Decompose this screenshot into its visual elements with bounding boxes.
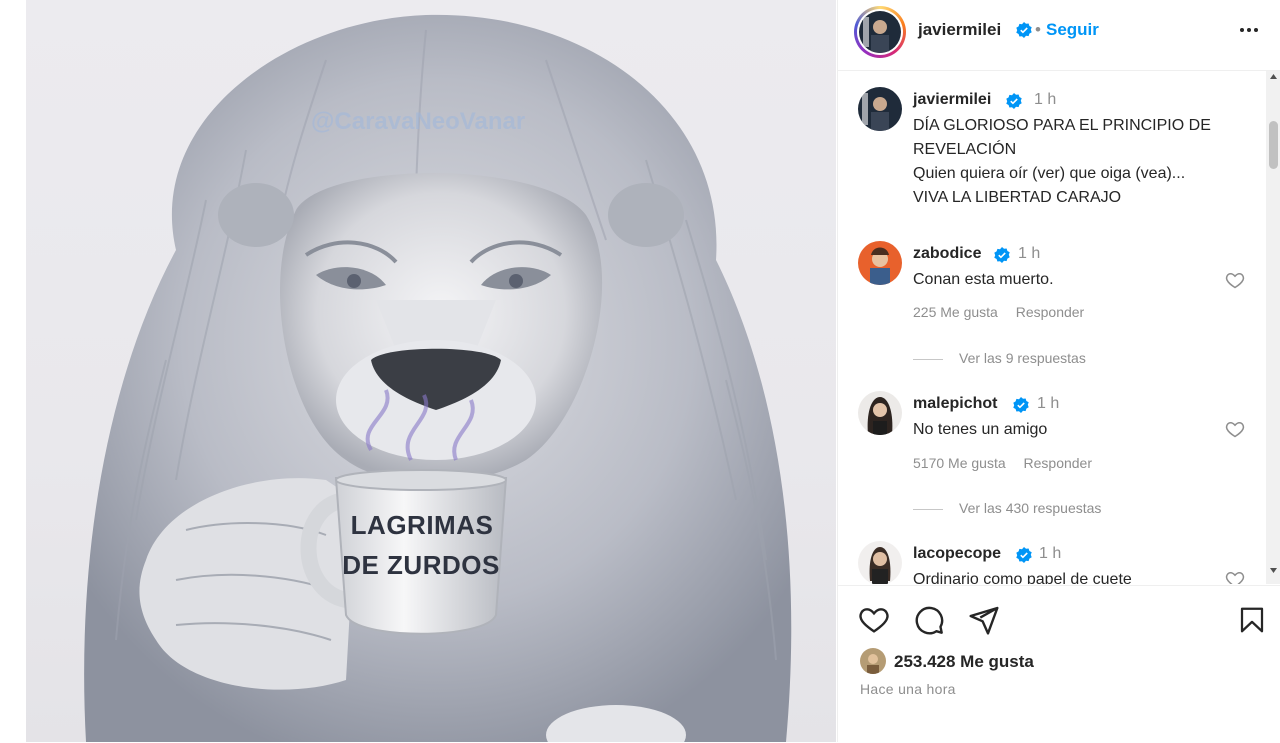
separator-dot: • [1035, 20, 1041, 39]
watermark-text: @CaravaNeoVanar [311, 108, 526, 135]
comment-username[interactable]: malepichot [913, 395, 997, 413]
comment-meta: 225 Me gusta Responder [913, 304, 1098, 320]
view-replies[interactable]: Ver las 9 respuestas [913, 350, 1086, 366]
reply-button[interactable]: Responder [1024, 455, 1093, 471]
caption-line3: Quien quiera oír (ver) que oiga (vea)... [913, 165, 1186, 182]
view-replies-label[interactable]: Ver las 430 respuestas [959, 500, 1101, 516]
bookmark-save-icon[interactable] [1237, 604, 1267, 641]
reply-button[interactable]: Responder [1016, 304, 1085, 320]
comment-like-icon[interactable] [1225, 270, 1245, 295]
post-time[interactable]: Hace una hora [860, 681, 956, 697]
likes-count[interactable]: 253.428 Me gusta [894, 652, 1034, 672]
verified-badge-icon [1006, 93, 1022, 114]
comment-username[interactable]: zabodice [913, 245, 981, 263]
view-replies[interactable]: Ver las 430 respuestas [913, 500, 1101, 516]
comment-likes[interactable]: 225 Me gusta [913, 304, 998, 320]
scroll-up-icon[interactable] [1269, 73, 1278, 80]
post-details-panel: javiermilei • Seguir javiermilei 1 h DÍA… [837, 0, 1280, 742]
comment-meta: 5170 Me gusta Responder [913, 455, 1106, 471]
caption-line4: VIVA LA LIBERTAD CARAJO [913, 189, 1122, 206]
comment-text: Ordinario como papel de cuete [913, 571, 1132, 584]
scrollbar-thumb[interactable] [1269, 121, 1278, 169]
scroll-down-icon[interactable] [1269, 567, 1278, 574]
verified-badge-icon [1013, 397, 1029, 418]
verified-badge-icon [994, 247, 1010, 268]
verified-badge-icon [1016, 547, 1032, 568]
like-heart-icon[interactable] [858, 604, 890, 641]
post-actions: 253.428 Me gusta Hace una hora [838, 585, 1280, 743]
comment-likes[interactable]: 5170 Me gusta [913, 455, 1006, 471]
caption-avatar[interactable] [858, 87, 902, 131]
story-ring[interactable] [854, 6, 906, 58]
replies-line [913, 358, 943, 360]
more-options-icon[interactable] [1237, 18, 1261, 48]
profile-avatar[interactable] [859, 11, 901, 53]
post-image[interactable]: @CaravaNeoVanar LAGRIMAS DE ZURDOS [26, 0, 836, 742]
header-username[interactable]: javiermilei [918, 20, 1001, 40]
comment-like-icon[interactable] [1225, 419, 1245, 444]
caption-line2: REVELACIÓN [913, 141, 1017, 158]
comment-like-icon[interactable] [1225, 569, 1245, 584]
view-replies-label[interactable]: Ver las 9 respuestas [959, 350, 1086, 366]
follow-button[interactable]: Seguir [1046, 20, 1099, 40]
post-header: javiermilei • Seguir [838, 0, 1280, 71]
caption-line1: DÍA GLORIOSO PARA EL PRINCIPIO DE [913, 117, 1211, 134]
comment-text: Conan esta muerto. [913, 271, 1054, 288]
comments-scrollbar[interactable] [1266, 71, 1280, 584]
left-margin [0, 0, 26, 742]
comments-list[interactable]: javiermilei 1 h DÍA GLORIOSO PARA EL PRI… [838, 71, 1280, 584]
verified-badge-icon [1016, 22, 1032, 43]
comment-time[interactable]: 1 h [1037, 395, 1059, 413]
comment-text: No tenes un amigo [913, 421, 1048, 438]
share-send-icon[interactable] [968, 604, 1000, 641]
comment-bubble-icon[interactable] [913, 604, 945, 641]
caption-time[interactable]: 1 h [1034, 91, 1056, 109]
comment-avatar[interactable] [858, 241, 902, 285]
replies-line [913, 508, 943, 510]
comment-avatar[interactable] [858, 541, 902, 584]
mug-text-line1: LAGRIMAS [350, 510, 494, 540]
caption-username[interactable]: javiermilei [913, 91, 991, 109]
comment-avatar[interactable] [858, 391, 902, 435]
comment-username[interactable]: lacopecope [913, 545, 1001, 563]
comment-time[interactable]: 1 h [1018, 245, 1040, 263]
liker-avatar[interactable] [860, 648, 886, 674]
mug-text-line2: DE ZURDOS [342, 550, 500, 580]
comment-time[interactable]: 1 h [1039, 545, 1061, 563]
